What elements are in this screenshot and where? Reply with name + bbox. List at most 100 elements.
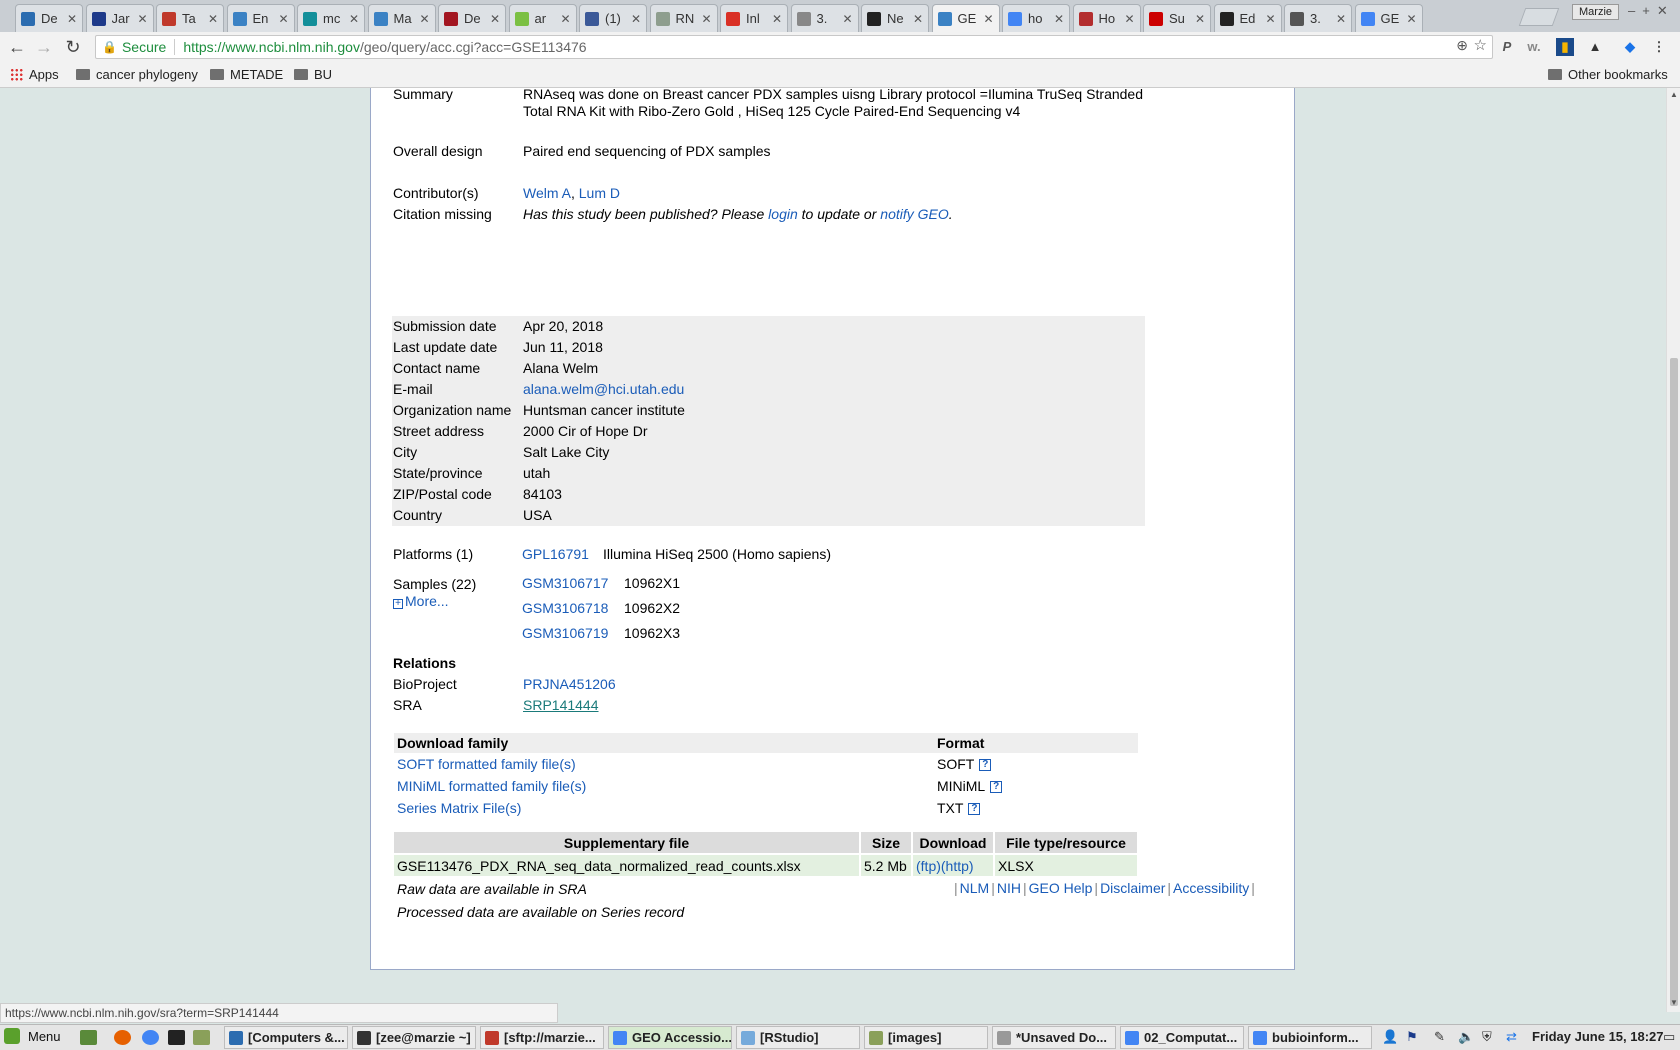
window-controls[interactable]: –+✕ xyxy=(1628,3,1675,19)
taskbar-window-button[interactable]: [zee@marzie ~] xyxy=(352,1026,476,1049)
tab-close-icon[interactable]: ✕ xyxy=(983,12,993,26)
bookmark-folder-metade[interactable]: METADE xyxy=(210,67,283,82)
notify-geo-link[interactable]: notify GEO xyxy=(880,206,948,222)
diamond-extension-icon[interactable]: ◆ xyxy=(1621,38,1639,56)
browser-tab[interactable]: mc ✕ xyxy=(297,4,365,32)
help-icon[interactable]: ? xyxy=(990,781,1003,793)
footer-link[interactable]: NLM xyxy=(960,880,990,896)
terminal-icon[interactable] xyxy=(168,1030,185,1045)
tab-close-icon[interactable]: ✕ xyxy=(490,12,500,26)
browser-tab[interactable]: Ed ✕ xyxy=(1213,4,1282,32)
download-family-link[interactable]: SOFT formatted family file(s) xyxy=(397,756,576,772)
contributor-link[interactable]: Welm A xyxy=(523,185,571,201)
footer-link[interactable]: GEO Help xyxy=(1029,880,1093,896)
more-samples-link[interactable]: + More... xyxy=(393,593,449,609)
new-tab-button[interactable] xyxy=(1518,8,1560,26)
taskbar-window-button[interactable]: [sftp://marzie... xyxy=(480,1026,604,1049)
scroll-up-arrow-icon[interactable]: ▲ xyxy=(1670,90,1678,99)
address-bar[interactable]: 🔒 Secure https://www.ncbi.nlm.nih.gov/ge… xyxy=(95,35,1493,59)
tab-close-icon[interactable]: ✕ xyxy=(842,12,852,26)
browser-tab[interactable]: GE ✕ xyxy=(931,4,1000,32)
bookmark-other[interactable]: Other bookmarks xyxy=(1548,67,1668,82)
back-arrow-icon[interactable]: ← xyxy=(6,36,28,58)
sample-link[interactable]: GSM3106717 xyxy=(522,575,608,591)
bookmark-apps[interactable]: Apps xyxy=(10,67,59,82)
scroll-down-arrow-icon[interactable]: ▼ xyxy=(1670,998,1678,1007)
tab-close-icon[interactable]: ✕ xyxy=(913,12,923,26)
bioproject-link[interactable]: PRJNA451206 xyxy=(523,676,616,692)
browser-tab[interactable]: GE ✕ xyxy=(1354,4,1423,32)
firefox-icon[interactable] xyxy=(114,1030,131,1045)
pocket-extension-icon[interactable]: P xyxy=(1498,38,1516,56)
reload-icon[interactable]: ↻ xyxy=(62,36,84,58)
login-link[interactable]: login xyxy=(768,206,798,222)
chart-extension-icon[interactable]: ▮ xyxy=(1556,38,1574,56)
browser-tab[interactable]: De ✕ xyxy=(15,4,83,32)
page-scrollbar[interactable]: ▲ ▼ xyxy=(1666,88,1680,1012)
download-family-link[interactable]: Series Matrix File(s) xyxy=(397,800,521,816)
platform-link[interactable]: GPL16791 xyxy=(522,546,589,562)
taskbar-window-button[interactable]: *Unsaved Do... xyxy=(992,1026,1116,1049)
help-icon[interactable]: ? xyxy=(979,759,992,771)
bookmark-star-icon[interactable]: ☆ xyxy=(1474,36,1487,54)
download-family-link[interactable]: MINiML formatted family file(s) xyxy=(397,778,586,794)
help-icon[interactable]: ? xyxy=(968,803,981,815)
browser-tab[interactable]: Ne ✕ xyxy=(861,4,929,32)
browser-tab[interactable]: ar ✕ xyxy=(508,4,577,32)
taskbar-window-button[interactable]: [Computers &... xyxy=(224,1026,348,1049)
graduate-extension-icon[interactable]: ▲ xyxy=(1586,38,1604,56)
tab-close-icon[interactable]: ✕ xyxy=(208,12,218,26)
flag-icon[interactable]: ⚑ xyxy=(1406,1029,1418,1045)
scrollbar-thumb[interactable] xyxy=(1670,358,1678,1006)
notification-icon[interactable]: ▭ xyxy=(1663,1029,1675,1045)
browser-tab[interactable]: 3. ✕ xyxy=(790,4,859,32)
browser-menu-icon[interactable]: ⋮ xyxy=(1650,38,1668,56)
network-icon[interactable]: ⇄ xyxy=(1506,1029,1517,1045)
browser-tab[interactable]: Ta ✕ xyxy=(156,4,224,32)
tab-close-icon[interactable]: ✕ xyxy=(1265,12,1275,26)
tab-close-icon[interactable]: ✕ xyxy=(701,12,711,26)
http-link[interactable]: (http) xyxy=(941,858,974,874)
taskbar-window-button[interactable]: [RStudio] xyxy=(736,1026,860,1049)
pen-icon[interactable]: ✎ xyxy=(1434,1029,1445,1045)
shield-icon[interactable]: ⛨ xyxy=(1482,1029,1492,1045)
tab-close-icon[interactable]: ✕ xyxy=(349,12,359,26)
browser-tab[interactable]: En ✕ xyxy=(226,4,295,32)
tab-close-icon[interactable]: ✕ xyxy=(1124,12,1134,26)
sample-link[interactable]: GSM3106719 xyxy=(522,625,608,641)
tab-close-icon[interactable]: ✕ xyxy=(772,12,782,26)
zoom-icon[interactable]: ⊕ xyxy=(1456,37,1468,54)
bookmark-folder-cancer-phylogeny[interactable]: cancer phylogeny xyxy=(76,67,198,82)
sample-link[interactable]: GSM3106718 xyxy=(522,600,608,616)
start-menu-button[interactable]: Menu xyxy=(4,1028,61,1044)
tab-close-icon[interactable]: ✕ xyxy=(137,12,147,26)
taskbar-window-button[interactable]: [images] xyxy=(864,1026,988,1049)
taskbar-window-button[interactable]: bubioinform... xyxy=(1248,1026,1372,1049)
ftp-link[interactable]: (ftp) xyxy=(916,858,941,874)
taskbar-window-button[interactable]: GEO Accessio... xyxy=(608,1026,732,1049)
user-icon[interactable]: 👤 xyxy=(1382,1029,1398,1045)
taskbar-window-button[interactable]: 02_Computat... xyxy=(1120,1026,1244,1049)
tab-close-icon[interactable]: ✕ xyxy=(419,12,429,26)
tab-close-icon[interactable]: ✕ xyxy=(1406,12,1416,26)
browser-tab[interactable]: (1) ✕ xyxy=(579,4,647,32)
browser-tab[interactable]: 3. ✕ xyxy=(1284,4,1352,32)
email-link[interactable]: alana.welm@hci.utah.edu xyxy=(523,381,684,397)
chrome-icon[interactable] xyxy=(142,1030,159,1045)
files-icon[interactable] xyxy=(193,1030,210,1045)
word-extension-icon[interactable]: w. xyxy=(1525,38,1543,56)
tab-close-icon[interactable]: ✕ xyxy=(1336,12,1346,26)
browser-tab[interactable]: De ✕ xyxy=(438,4,506,32)
tab-close-icon[interactable]: ✕ xyxy=(67,12,77,26)
browser-tab[interactable]: Jar ✕ xyxy=(85,4,154,32)
browser-tab[interactable]: ho ✕ xyxy=(1002,4,1070,32)
footer-link[interactable]: Disclaimer xyxy=(1100,880,1165,896)
taskbar-clock[interactable]: Friday June 15, 18:27 xyxy=(1532,1029,1664,1044)
browser-tab[interactable]: Ho ✕ xyxy=(1072,4,1141,32)
sra-link[interactable]: SRP141444 xyxy=(523,697,599,713)
footer-link[interactable]: Accessibility xyxy=(1173,880,1249,896)
tab-close-icon[interactable]: ✕ xyxy=(278,12,288,26)
forward-arrow-icon[interactable]: → xyxy=(33,36,55,58)
tab-close-icon[interactable]: ✕ xyxy=(1195,12,1205,26)
volume-icon[interactable]: 🔈 xyxy=(1458,1029,1474,1045)
